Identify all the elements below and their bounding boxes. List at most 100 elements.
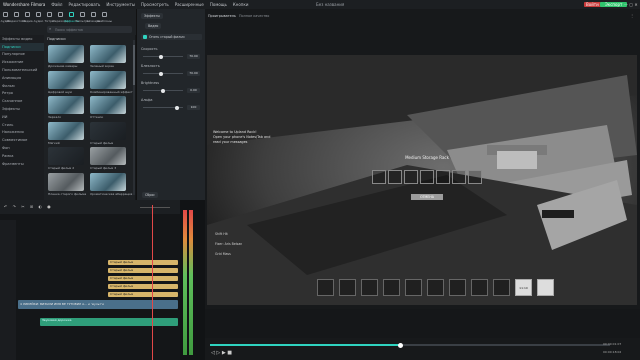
effect-clip[interactable]: Старый фильм [108, 260, 178, 265]
sidebar-item[interactable]: Наложения [0, 129, 44, 137]
effect-thumbnail-label: Зеркало [48, 115, 62, 119]
toolbar-icon [102, 12, 107, 17]
param-slider[interactable] [143, 105, 183, 110]
sidebar-item[interactable]: Популярное [0, 51, 44, 59]
sidebar-item[interactable]: Пользовательский [0, 66, 44, 74]
toolbar-label: Шаблоны [97, 19, 112, 23]
effect-thumbnail[interactable] [48, 172, 84, 191]
table-object [542, 210, 574, 218]
progress-handle[interactable] [398, 342, 403, 348]
effect-row[interactable]: Опять старый фильм [141, 34, 202, 40]
param-slider[interactable] [143, 71, 183, 76]
timeline-tools-icon[interactable]: ↶ ↷ ✂ ⊞ ◐ ● [4, 204, 53, 209]
window-controls[interactable]: — ▢ ✕ [624, 2, 638, 7]
effect-clip[interactable]: Старый фильм [108, 268, 178, 273]
menu-file[interactable]: Файл [51, 2, 62, 7]
hint-line: Fixer: Aris Belsan [215, 242, 243, 246]
effect-thumbnail[interactable] [48, 45, 84, 63]
sidebar-item[interactable]: Совместимое [0, 136, 44, 144]
search-placeholder: Поиск эффектов [55, 27, 83, 32]
menu-edit[interactable]: Редактировать [68, 2, 100, 7]
sidebar-item[interactable]: Рамка [0, 152, 44, 160]
toolbar-icon [80, 12, 85, 17]
effect-thumbnail[interactable] [90, 45, 126, 63]
effect-thumbnail[interactable] [48, 96, 84, 114]
menu-advanced[interactable]: Расширенные [175, 2, 204, 7]
toolbar-item[interactable]: Видеостоки [7, 9, 26, 35]
toolbar-icon [36, 12, 41, 17]
zoom-slider[interactable] [140, 207, 170, 208]
player-settings-icon[interactable]: ⋮ [630, 13, 634, 18]
effect-thumbnail[interactable] [90, 70, 126, 89]
login-button[interactable]: Войти [584, 2, 601, 7]
toolbar-icon [47, 12, 52, 17]
effect-thumbnail[interactable] [90, 147, 126, 165]
sidebar-item[interactable]: Стиль [0, 121, 44, 129]
track-headers [0, 220, 16, 360]
search-icon: ⌕ [49, 26, 52, 31]
menu-buttons[interactable]: Кнопки [233, 2, 249, 7]
param-slider-handle[interactable] [159, 71, 163, 76]
param-slider-handle[interactable] [159, 54, 163, 59]
toolbar-icon [69, 12, 74, 17]
toolbar-item[interactable]: Аудио [33, 9, 44, 35]
toolbar-item[interactable]: Медиа [22, 9, 33, 35]
param-slider[interactable] [143, 54, 183, 59]
effect-thumbnail[interactable] [48, 121, 84, 140]
effects-category-sidebar: Эффекты видео Подписки Популярное Искажение… [0, 35, 44, 200]
progress-track[interactable] [210, 342, 610, 348]
sidebar-item[interactable]: Эффекты [0, 105, 44, 113]
playhead[interactable] [152, 205, 153, 360]
menu-help[interactable]: Помощь [210, 2, 227, 7]
sidebar-item[interactable]: Подписки [0, 42, 44, 51]
popup-cancel-button[interactable]: ОТМЕНА [411, 194, 443, 200]
sidebar-item[interactable]: Фрагменты [0, 160, 44, 168]
menu-view[interactable]: Просмотреть [141, 2, 169, 7]
tab-player[interactable]: Проигрыватель [208, 14, 236, 18]
sidebar-item[interactable]: Анимация [0, 74, 44, 82]
effect-thumbnail[interactable] [48, 147, 84, 165]
hint-line: Grid Mass [215, 252, 231, 256]
param-value-input[interactable]: 70.00 [187, 54, 200, 59]
param-value-input[interactable]: 100 [187, 105, 200, 110]
param-slider[interactable] [143, 88, 183, 93]
effect-name: Опять старый фильм [149, 35, 185, 39]
effects-search-input[interactable]: ⌕ Поиск эффектов [47, 26, 132, 33]
effect-thumbnail[interactable] [48, 70, 84, 89]
tab-video[interactable]: Видео [145, 23, 162, 29]
sidebar-item[interactable]: Искажение [0, 58, 44, 66]
param-value-input[interactable]: 70.00 [187, 71, 200, 76]
param-slider-handle[interactable] [175, 105, 179, 110]
sidebar-item[interactable]: ИИ [0, 113, 44, 121]
video-clip[interactable]: 4 ЛИКЕЙКИ: ВИЗЬМИ ИМЯ ВЕ ГУТОВИЛ А... и … [18, 300, 178, 309]
param-value-input[interactable]: 0.00 [187, 88, 200, 93]
effect-toggle-icon[interactable] [143, 35, 147, 39]
effect-thumbnail-label: Оттенок [90, 115, 104, 119]
param-slider-handle[interactable] [161, 88, 165, 93]
play-icon[interactable]: ◁ ▷ ▶ ■ [211, 350, 232, 356]
time-current: 00:00:01:07 [603, 342, 622, 346]
reset-button[interactable]: Сброс [142, 192, 158, 198]
menu-tools[interactable]: Инструменты [106, 2, 135, 7]
effect-clip[interactable]: Старый фильм [108, 284, 178, 289]
browser-scrollbar[interactable] [133, 40, 135, 195]
param-label: Скорость [141, 47, 158, 51]
sidebar-item[interactable]: Фильм [0, 82, 44, 90]
tab-effects[interactable]: Эффекты [141, 13, 163, 19]
audio-clip[interactable]: Звуковая дорожка [40, 318, 178, 326]
toolbar-icon [58, 12, 63, 17]
sidebar-item[interactable]: Скачанное [0, 97, 44, 105]
sidebar-item[interactable]: Эффекты видео [0, 35, 44, 43]
tab-quality[interactable]: Полное качество [239, 14, 269, 18]
sidebar-item[interactable]: Фон [0, 144, 44, 152]
effect-thumbnail[interactable] [90, 96, 126, 114]
sidebar-item[interactable]: Ретро [0, 90, 44, 98]
audio-meters [180, 200, 205, 360]
effect-clip[interactable]: Старый фильм [108, 276, 178, 281]
effect-thumbnail[interactable] [90, 121, 126, 140]
hotbar-badge: 11:10 [515, 279, 532, 296]
menu-bar: Wondershare Filmora Файл Редактировать И… [0, 0, 640, 9]
effect-clip[interactable]: Старый фильм [108, 292, 178, 297]
hint-panel: Shift Hit Fixer: Aris Belsan Grid Mass [215, 229, 242, 259]
effect-thumbnail[interactable] [90, 172, 126, 191]
